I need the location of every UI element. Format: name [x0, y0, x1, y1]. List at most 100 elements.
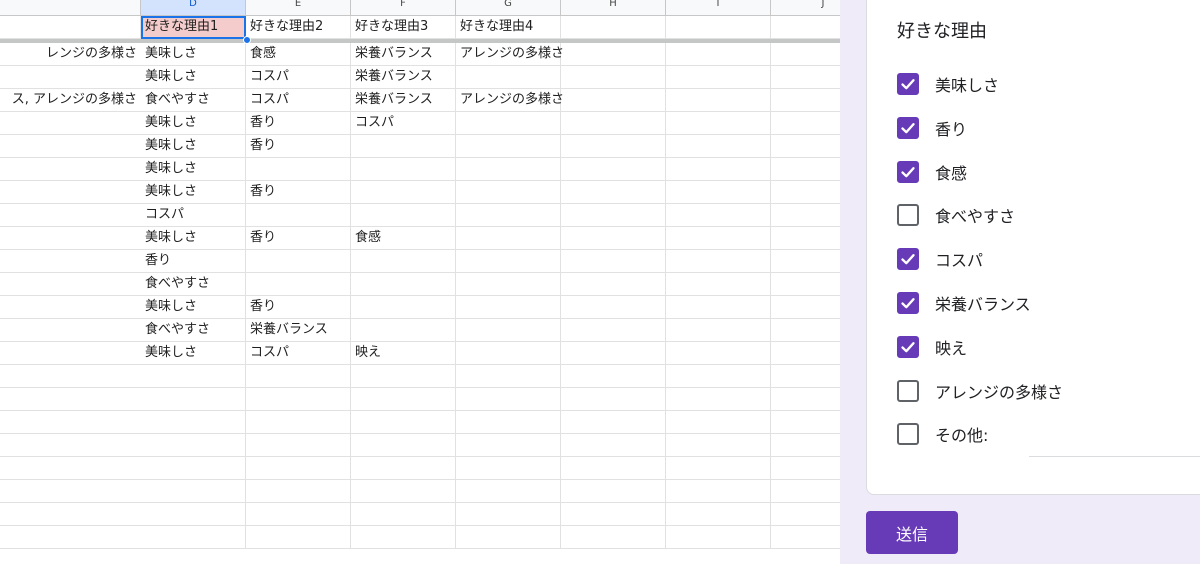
table-cell[interactable]: コスパ: [246, 66, 351, 89]
table-cell[interactable]: [456, 457, 561, 480]
table-cell[interactable]: [456, 480, 561, 503]
option-4[interactable]: 食べやすさ: [897, 203, 1015, 227]
table-cell[interactable]: [456, 66, 561, 89]
table-cell[interactable]: [246, 204, 351, 227]
overflow-cell[interactable]: [0, 411, 141, 434]
table-cell[interactable]: [771, 158, 840, 181]
table-cell[interactable]: 香り: [246, 181, 351, 204]
option-3[interactable]: 食感: [897, 160, 967, 184]
table-cell[interactable]: [666, 411, 771, 434]
table-cell[interactable]: [246, 273, 351, 296]
table-cell[interactable]: [141, 480, 246, 503]
table-cell[interactable]: [246, 457, 351, 480]
table-cell[interactable]: [456, 526, 561, 549]
table-cell[interactable]: [246, 503, 351, 526]
table-cell[interactable]: [351, 204, 456, 227]
table-cell[interactable]: 美味しさ: [141, 112, 246, 135]
table-cell[interactable]: [141, 434, 246, 457]
table-cell[interactable]: [246, 250, 351, 273]
table-cell[interactable]: [666, 227, 771, 250]
column-header-g[interactable]: G: [456, 0, 561, 16]
table-cell[interactable]: 美味しさ: [141, 158, 246, 181]
table-cell[interactable]: [141, 388, 246, 411]
table-cell[interactable]: [561, 319, 666, 342]
table-cell[interactable]: [351, 319, 456, 342]
overflow-cell[interactable]: [0, 181, 141, 204]
overflow-cell[interactable]: [0, 273, 141, 296]
table-cell[interactable]: [456, 250, 561, 273]
header-cell[interactable]: [561, 16, 666, 39]
table-cell[interactable]: アレンジの多様さ: [456, 89, 564, 112]
table-cell[interactable]: [666, 296, 771, 319]
table-cell[interactable]: [351, 273, 456, 296]
table-cell[interactable]: [456, 503, 561, 526]
table-cell[interactable]: [561, 273, 666, 296]
checkbox[interactable]: [897, 248, 919, 271]
table-cell[interactable]: [771, 457, 840, 480]
table-cell[interactable]: [666, 43, 771, 66]
table-cell[interactable]: [246, 388, 351, 411]
table-cell[interactable]: [666, 66, 771, 89]
fill-handle[interactable]: [243, 36, 251, 44]
table-cell[interactable]: 香り: [246, 227, 351, 250]
table-cell[interactable]: コスパ: [246, 89, 351, 112]
table-cell[interactable]: [351, 526, 456, 549]
table-cell[interactable]: [771, 342, 840, 365]
checkbox[interactable]: [897, 204, 919, 227]
table-cell[interactable]: [351, 365, 456, 388]
table-cell[interactable]: 食べやすさ: [141, 89, 246, 112]
table-cell[interactable]: [561, 181, 666, 204]
checkbox[interactable]: [897, 160, 919, 183]
table-cell[interactable]: [771, 411, 840, 434]
checkbox[interactable]: [897, 73, 919, 95]
overflow-cell[interactable]: [0, 250, 141, 273]
table-cell[interactable]: [351, 388, 456, 411]
overflow-cell[interactable]: [0, 457, 141, 480]
table-cell[interactable]: [666, 503, 771, 526]
overflow-cell[interactable]: [0, 342, 141, 365]
table-cell[interactable]: [771, 365, 840, 388]
table-cell[interactable]: [771, 319, 840, 342]
table-cell[interactable]: 美味しさ: [141, 66, 246, 89]
table-cell[interactable]: [771, 204, 840, 227]
table-cell[interactable]: [456, 296, 561, 319]
table-cell[interactable]: [561, 66, 666, 89]
overflow-cell[interactable]: [0, 135, 141, 158]
table-cell[interactable]: [771, 66, 840, 89]
table-cell[interactable]: [456, 135, 561, 158]
table-cell[interactable]: [666, 457, 771, 480]
overflow-cell[interactable]: [0, 434, 141, 457]
table-cell[interactable]: [456, 434, 561, 457]
table-cell[interactable]: [246, 411, 351, 434]
frozen-row-divider[interactable]: [0, 39, 840, 43]
table-cell[interactable]: [561, 480, 666, 503]
table-cell[interactable]: [561, 89, 666, 112]
table-cell[interactable]: [456, 411, 561, 434]
table-cell[interactable]: [561, 411, 666, 434]
overflow-cell[interactable]: [0, 480, 141, 503]
table-cell[interactable]: [666, 250, 771, 273]
table-cell[interactable]: 食べやすさ: [141, 319, 246, 342]
table-cell[interactable]: [246, 365, 351, 388]
table-cell[interactable]: [666, 89, 771, 112]
column-header-f[interactable]: F: [351, 0, 456, 16]
table-cell[interactable]: [246, 434, 351, 457]
column-header-j[interactable]: J: [771, 0, 840, 16]
table-cell[interactable]: [771, 250, 840, 273]
header-cell[interactable]: 好きな理由4: [456, 16, 561, 39]
overflow-cell[interactable]: [0, 66, 141, 89]
table-cell[interactable]: [666, 112, 771, 135]
overflow-cell[interactable]: [0, 158, 141, 181]
overflow-cell[interactable]: [0, 388, 141, 411]
table-cell[interactable]: [456, 388, 561, 411]
table-cell[interactable]: [561, 204, 666, 227]
overflow-cell[interactable]: [0, 503, 141, 526]
table-cell[interactable]: [771, 135, 840, 158]
table-cell[interactable]: [771, 89, 840, 112]
checkbox[interactable]: [897, 335, 919, 358]
overflow-cell[interactable]: [0, 112, 141, 135]
overflow-cell[interactable]: レンジの多様さ: [0, 43, 141, 66]
table-cell[interactable]: 美味しさ: [141, 135, 246, 158]
table-cell[interactable]: [141, 365, 246, 388]
table-cell[interactable]: [561, 43, 666, 66]
